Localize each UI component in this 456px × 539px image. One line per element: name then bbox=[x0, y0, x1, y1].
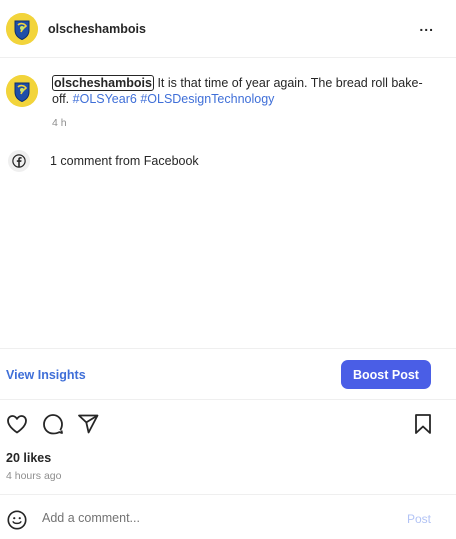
more-options-button[interactable]: ... bbox=[419, 18, 434, 34]
boost-post-button[interactable]: Boost Post bbox=[341, 360, 431, 389]
save-icon[interactable] bbox=[412, 412, 434, 439]
facebook-icon bbox=[8, 150, 30, 172]
header-username[interactable]: olscheshambois bbox=[48, 22, 146, 36]
action-bar bbox=[0, 412, 456, 442]
emoji-icon[interactable] bbox=[6, 509, 28, 534]
caption-time[interactable]: 4 h bbox=[52, 115, 437, 131]
likes-count[interactable]: 20 likes bbox=[6, 451, 51, 465]
caption-body: olscheshambois It is that time of year a… bbox=[52, 75, 437, 131]
post-header: olscheshambois ... bbox=[0, 0, 456, 58]
school-crest-icon bbox=[6, 12, 38, 45]
hashtag-link[interactable]: #OLSDesignTechnology bbox=[140, 92, 274, 106]
avatar[interactable] bbox=[6, 12, 38, 45]
hashtag-link[interactable]: #OLSYear6 bbox=[73, 92, 137, 106]
post-comment-button[interactable]: Post bbox=[407, 512, 431, 526]
post-time-ago: 4 hours ago bbox=[6, 470, 62, 482]
caption-row: olscheshambois It is that time of year a… bbox=[0, 75, 456, 131]
share-icon[interactable] bbox=[76, 412, 100, 439]
school-crest-icon bbox=[6, 75, 38, 107]
facebook-comments-text: 1 comment from Facebook bbox=[50, 154, 199, 168]
insights-bar: View Insights Boost Post bbox=[0, 348, 456, 400]
comment-icon[interactable] bbox=[41, 412, 65, 439]
view-insights-link[interactable]: View Insights bbox=[6, 368, 86, 382]
facebook-comments-row[interactable]: 1 comment from Facebook bbox=[8, 150, 199, 172]
comment-bar: Post bbox=[0, 494, 456, 539]
comment-input[interactable] bbox=[42, 507, 372, 529]
caption-username[interactable]: olscheshambois bbox=[52, 75, 154, 91]
caption-avatar[interactable] bbox=[6, 75, 38, 107]
heart-icon[interactable] bbox=[5, 412, 29, 439]
